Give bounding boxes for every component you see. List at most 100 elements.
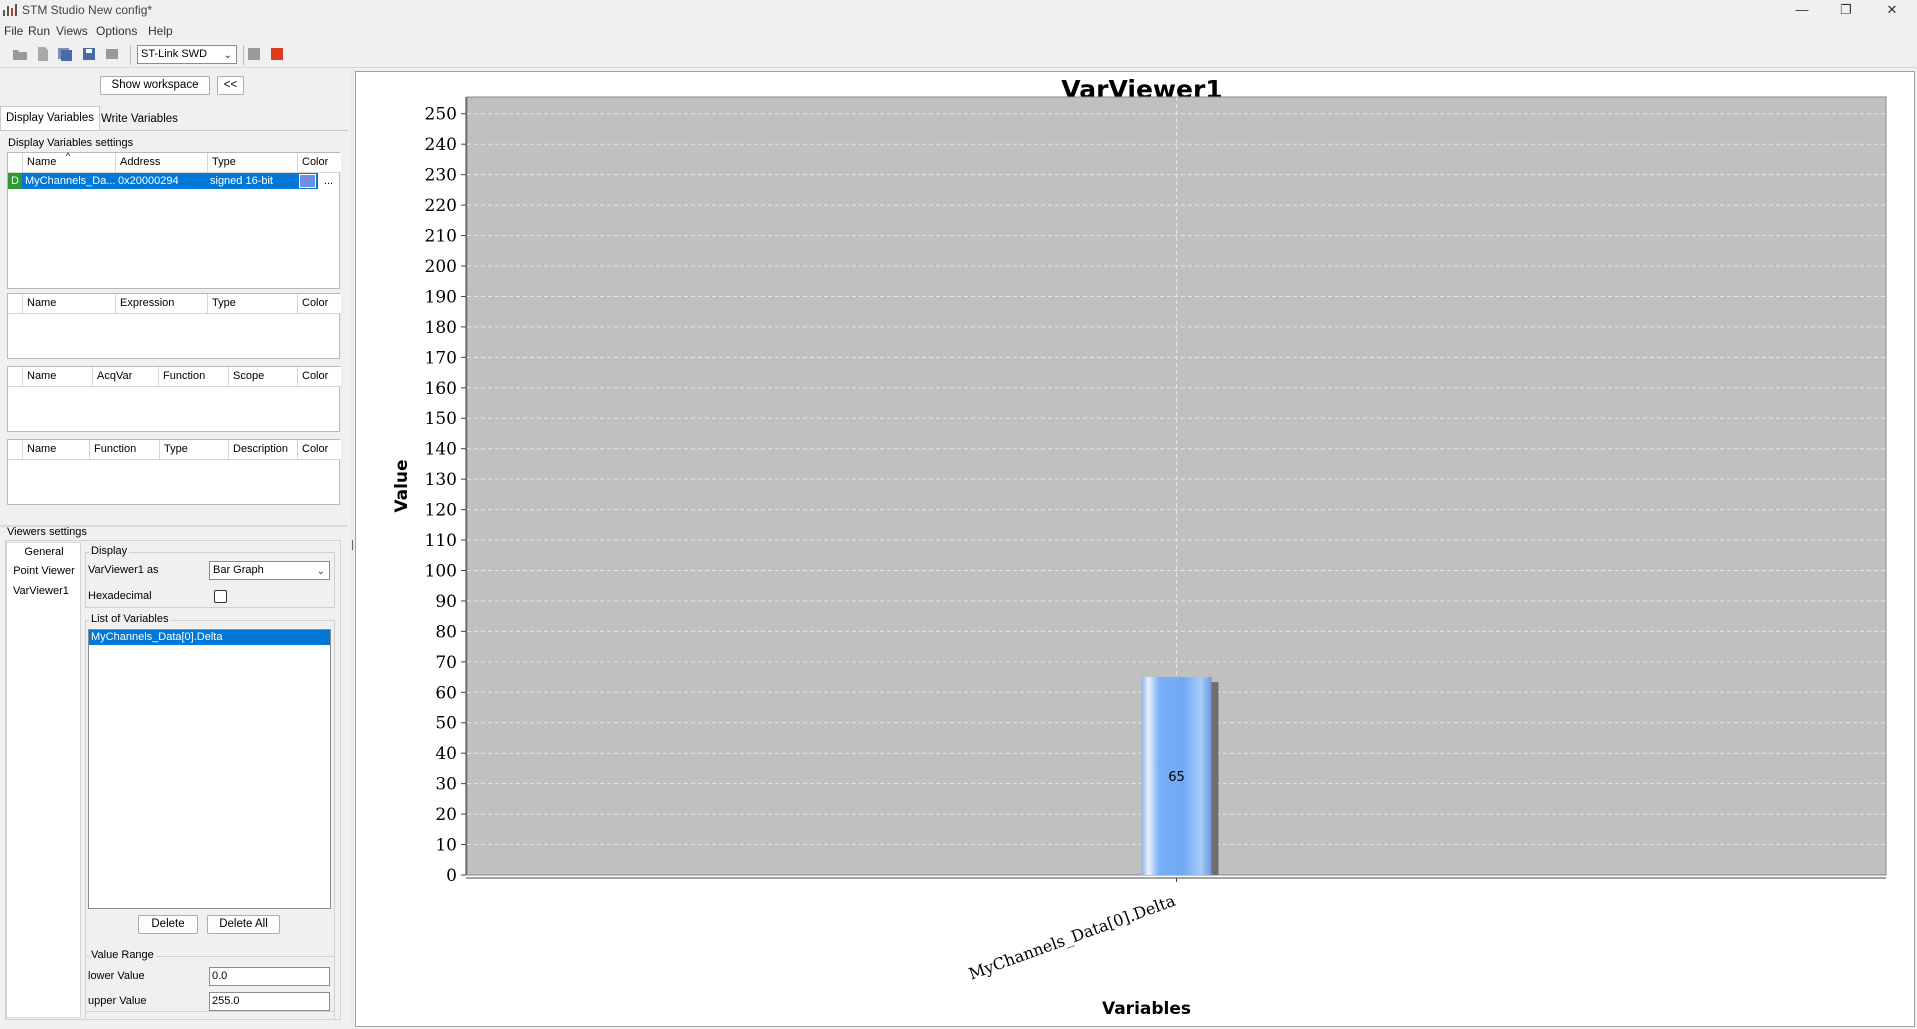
y-tick-label: 160 xyxy=(425,379,457,399)
y-tick-label: 250 xyxy=(425,105,457,125)
variables-table: Name Address Type Color ^ D MyChannels_D… xyxy=(7,151,341,289)
y-tick-label: 120 xyxy=(425,501,457,521)
column-header-description[interactable]: Description xyxy=(229,440,298,460)
table-header-spacer xyxy=(8,367,23,387)
menu-options[interactable]: Options xyxy=(96,24,137,38)
upper-value-label: upper Value xyxy=(88,995,147,1007)
new-file-icon[interactable] xyxy=(35,47,51,61)
table-header-spacer xyxy=(8,153,23,173)
splitter-grip-icon xyxy=(352,540,353,550)
bars: 65 xyxy=(1141,677,1219,875)
column-header-function[interactable]: Function xyxy=(90,440,160,460)
viewers-settings-title: Viewers settings xyxy=(7,526,87,538)
minimize-icon[interactable]: — xyxy=(1780,0,1824,21)
y-tick-label: 140 xyxy=(425,440,457,460)
y-tick-label: 150 xyxy=(425,409,457,429)
variables-group-title: List of Variables xyxy=(89,613,171,625)
collapse-button[interactable]: << xyxy=(217,76,244,95)
import-icon[interactable] xyxy=(104,47,120,61)
y-tick-label: 110 xyxy=(425,531,457,551)
column-header-address[interactable]: Address xyxy=(116,153,208,173)
tab-display-variables[interactable]: Display Variables xyxy=(0,106,100,131)
record-icon[interactable] xyxy=(270,47,286,61)
menu-help[interactable]: Help xyxy=(148,24,173,38)
stop-icon[interactable] xyxy=(247,47,263,61)
color-picker-button[interactable]: ... xyxy=(318,173,339,189)
y-tick-label: 90 xyxy=(435,592,457,612)
upper-value-input[interactable]: 255.0 xyxy=(209,992,330,1011)
close-icon[interactable]: ✕ xyxy=(1870,0,1914,21)
bar-data-label: 65 xyxy=(1168,770,1185,785)
bar-chart: VarViewer1 01020304050607080901001101201… xyxy=(392,75,1887,1019)
viewer-tab-general[interactable]: General xyxy=(7,546,81,558)
viewer-as-label: VarViewer1 as xyxy=(88,564,159,576)
viewer-type-select[interactable]: Bar Graph ⌄ xyxy=(209,561,330,580)
connection-select[interactable]: ST-Link SWD ⌄ xyxy=(137,45,237,64)
y-axis-label: Value xyxy=(392,459,412,512)
column-header-name[interactable]: Name xyxy=(23,440,90,460)
menu-views[interactable]: Views xyxy=(56,24,88,38)
y-tick-label: 70 xyxy=(435,653,457,673)
x-axis: MyChannels_Data[0].Delta xyxy=(466,877,1886,984)
restore-icon[interactable]: ❐ xyxy=(1824,0,1868,21)
column-header-name[interactable]: Name xyxy=(23,367,93,387)
y-tick-label: 100 xyxy=(425,561,457,581)
column-header-color[interactable]: Color xyxy=(298,367,341,387)
column-header-color[interactable]: Color xyxy=(298,440,341,460)
y-tick-label: 0 xyxy=(446,866,457,886)
y-tick-label: 230 xyxy=(425,166,457,186)
column-header-color[interactable]: Color xyxy=(298,294,341,314)
menu-run[interactable]: Run xyxy=(28,24,50,38)
tab-divider xyxy=(0,130,348,131)
variables-list[interactable]: MyChannels_Data[0].Delta xyxy=(88,629,331,909)
y-tick-label: 240 xyxy=(425,135,457,155)
column-header-type[interactable]: Type xyxy=(208,294,298,314)
y-tick-label: 180 xyxy=(425,318,457,338)
column-header-expression[interactable]: Expression xyxy=(116,294,208,314)
column-header-function[interactable]: Function xyxy=(159,367,229,387)
workspace-panel: Show workspace << Display Variables Writ… xyxy=(0,69,350,1027)
viewer-tab-varviewer1[interactable]: VarViewer1 xyxy=(7,585,81,597)
y-tick-label: 10 xyxy=(435,836,457,856)
y-tick-label: 50 xyxy=(435,714,457,734)
show-workspace-button[interactable]: Show workspace xyxy=(100,76,210,95)
column-header-acqvar[interactable]: AcqVar xyxy=(93,367,159,387)
column-header-name[interactable]: Name xyxy=(23,294,116,314)
x-tick-label: MyChannels_Data[0].Delta xyxy=(966,891,1178,984)
open-folder-icon[interactable] xyxy=(12,47,28,61)
hexadecimal-checkbox[interactable] xyxy=(214,590,227,603)
column-header-type[interactable]: Type xyxy=(208,153,298,173)
column-header-color[interactable]: Color xyxy=(298,153,341,173)
delete-button[interactable]: Delete xyxy=(138,915,198,934)
list-item[interactable]: MyChannels_Data[0].Delta xyxy=(89,630,330,645)
connection-select-value: ST-Link SWD xyxy=(141,48,208,60)
column-header-type[interactable]: Type xyxy=(160,440,229,460)
delete-all-button[interactable]: Delete All xyxy=(207,915,280,934)
variable-name-cell: MyChannels_Da... xyxy=(25,175,116,187)
save-all-icon[interactable] xyxy=(57,47,73,61)
acquisition-table: Name AcqVar Function Scope Color xyxy=(7,366,341,432)
table-row[interactable]: D MyChannels_Da... 0x20000294 signed 16-… xyxy=(8,173,339,189)
x-axis-label: Variables xyxy=(1102,999,1191,1019)
expressions-table: Name Expression Type Color xyxy=(7,293,341,359)
variable-type-cell: signed 16-bit xyxy=(210,175,273,187)
tab-write-variables[interactable]: Write Variables xyxy=(96,108,183,130)
display-flag[interactable]: D xyxy=(8,173,22,189)
y-tick-label: 80 xyxy=(435,622,457,642)
display-group-title: Display xyxy=(89,545,130,557)
viewer-type-value: Bar Graph xyxy=(213,564,264,576)
menu-file[interactable]: File xyxy=(4,24,23,38)
color-swatch[interactable] xyxy=(299,174,316,188)
window-title: STM Studio New config* xyxy=(22,3,153,17)
viewer-list: General Point Viewer VarViewer1 xyxy=(6,542,81,1018)
toolbar: ST-Link SWD ⌄ xyxy=(0,41,1917,68)
save-icon[interactable] xyxy=(81,47,97,61)
y-tick-label: 60 xyxy=(435,683,457,703)
column-header-scope[interactable]: Scope xyxy=(229,367,298,387)
viewer-panel: VarViewer1 0 10 20 30 40 50 60 70 80 90 100 110 120 1… xyxy=(355,71,1915,1027)
y-tick-label: 210 xyxy=(425,227,457,247)
viewer-tab-point-viewer[interactable]: Point Viewer xyxy=(7,565,81,577)
y-tick-label: 200 xyxy=(425,257,457,277)
lower-value-input[interactable]: 0.0 xyxy=(209,967,330,986)
display-settings-title: Display Variables settings xyxy=(8,137,134,149)
